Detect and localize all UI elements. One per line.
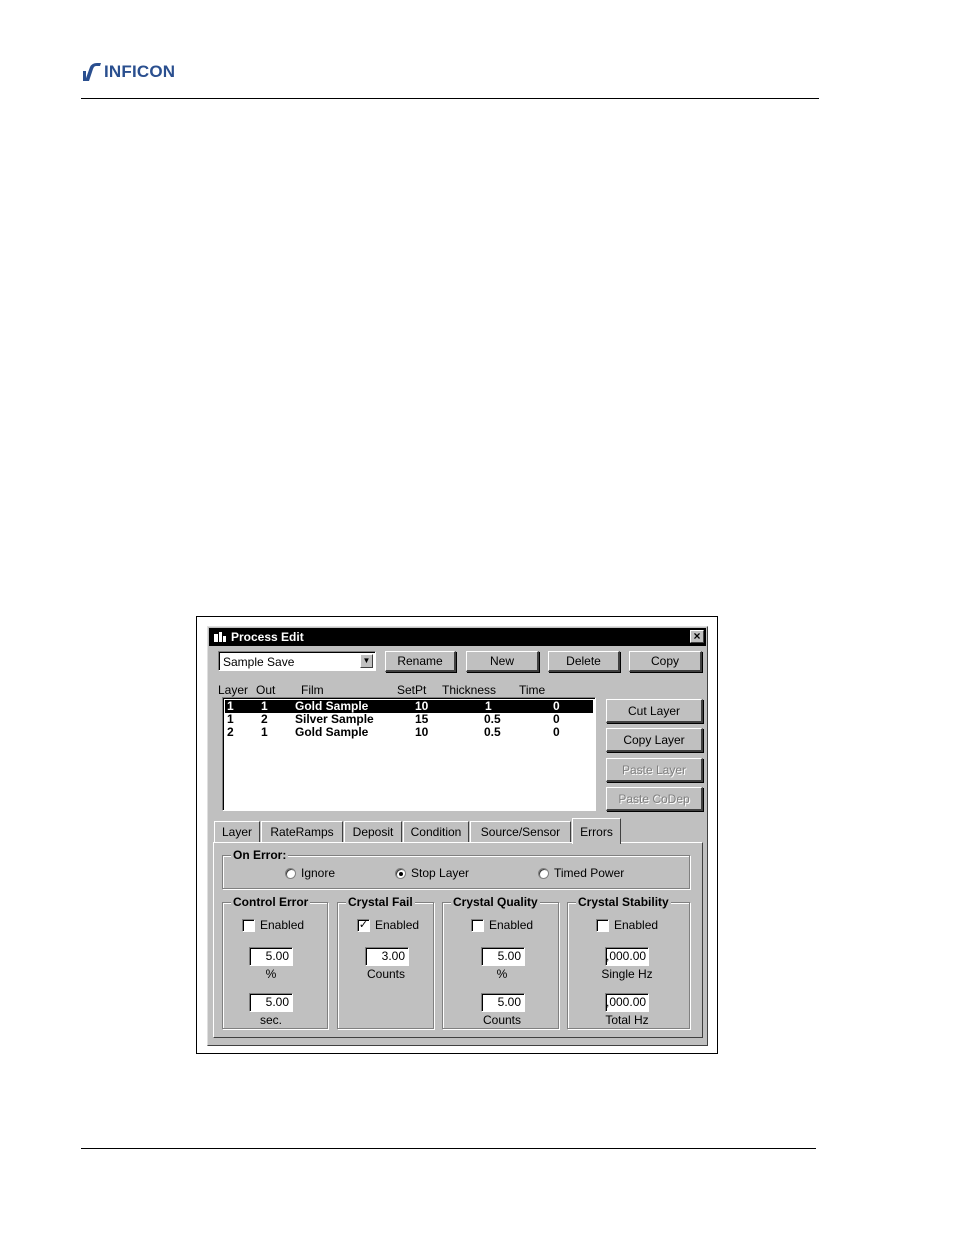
cell-film: Gold Sample [295,725,369,739]
crystal-quality-counts-input[interactable]: 5.00 [481,993,525,1012]
window-title: Process Edit [231,630,304,644]
radio-button-icon [285,867,296,879]
process-select-value: Sample Save [223,655,295,669]
column-header-thickness: Thickness [442,683,497,697]
tab-deposit[interactable]: Deposit [344,821,402,842]
radio-timed-power-label: Timed Power [554,866,625,880]
column-header-time: Time [519,683,546,697]
control-error-percent-unit: % [265,967,277,981]
checkbox-icon [596,918,609,932]
on-error-title: On Error: [231,848,289,862]
cell-time: 0 [553,725,560,739]
radio-ignore-label: Ignore [301,866,336,880]
radio-button-icon [538,867,549,879]
on-error-group: On Error: Ignore Stop Layer Timed Power [222,848,690,889]
radio-stop-layer[interactable]: Stop Layer [395,866,469,880]
crystal-quality-percent-unit: % [496,967,508,981]
delete-button[interactable]: Delete [548,651,620,672]
close-icon: × [693,629,701,643]
crystal-stability-enabled-label: Enabled [614,918,659,932]
dropdown-arrow-button[interactable]: ▼ [360,654,373,668]
copy-layer-button[interactable]: Copy Layer [606,728,703,752]
inficon-logo-icon [83,63,101,81]
errors-tab-panel: On Error: Ignore Stop Layer Timed Power … [213,842,703,1038]
chevron-down-icon: ▼ [362,656,371,665]
process-edit-window: Process Edit × Sample Save ▼ Rename New … [207,626,708,1046]
screenshot-frame: Process Edit × Sample Save ▼ Rename New … [196,616,718,1054]
process-select[interactable]: Sample Save ▼ [218,651,376,671]
crystal-fail-title: Crystal Fail [346,895,415,909]
column-header-layer: Layer [218,683,249,697]
column-header-film: Film [301,683,324,697]
footer-rule [81,1148,816,1149]
layer-list[interactable]: 1 1 Gold Sample 10 1 0 1 2 Silver Sample… [222,697,596,811]
cut-layer-button[interactable]: Cut Layer [606,699,703,723]
crystal-quality-group: Crystal Quality Enabled 5.00 % 5.00 Coun… [442,895,559,1029]
crystal-quality-percent-input[interactable]: 5.00 [481,947,525,966]
crystal-fail-enabled-label: Enabled [375,918,420,932]
column-header-setpt: SetPt [397,683,427,697]
app-icon [214,632,226,642]
title-bar[interactable]: Process Edit × [209,628,706,646]
column-header-out: Out [256,683,276,697]
radio-button-selected-icon [395,867,406,879]
tab-condition[interactable]: Condition [403,821,469,842]
crystal-stability-enabled-checkbox[interactable]: Enabled [596,918,658,932]
inficon-logo: INFICON [81,60,175,84]
crystal-fail-counts-input[interactable]: 3.00 [365,947,409,966]
tab-errors[interactable]: Errors [572,818,621,844]
close-button[interactable]: × [690,630,704,643]
tab-rateramps[interactable]: RateRamps [261,821,343,842]
checkbox-icon [242,918,255,932]
crystal-fail-counts-unit: Counts [366,967,406,981]
control-error-group: Control Error Enabled 5.00 % 5.00 sec. [222,895,328,1029]
control-error-seconds-unit: sec. [259,1013,282,1027]
crystal-quality-counts-unit: Counts [482,1013,522,1027]
check-icon: ✓ [357,918,370,932]
radio-stop-layer-label: Stop Layer [411,866,470,880]
header-rule [81,98,819,99]
table-row[interactable]: 2 1 Gold Sample 10 0.5 0 [225,726,593,739]
crystal-quality-enabled-checkbox[interactable]: Enabled [471,918,533,932]
paste-codep-button[interactable]: Paste CoDep [606,787,703,811]
control-error-percent-input[interactable]: 5.00 [249,947,293,966]
control-error-enabled-label: Enabled [260,918,305,932]
crystal-fail-group: Crystal Fail ✓ Enabled 3.00 Counts [337,895,434,1029]
cell-layer: 2 [227,725,234,739]
cell-setpt: 10 [415,725,429,739]
table-row[interactable]: 1 2 Silver Sample 15 0.5 0 [225,713,593,726]
cell-out: 1 [261,725,268,739]
control-error-title: Control Error [231,895,311,909]
control-error-enabled-checkbox[interactable]: Enabled [242,918,304,932]
crystal-stability-total-hz-input[interactable]: ,000.00 [605,993,649,1012]
copy-button[interactable]: Copy [629,651,702,672]
new-button[interactable]: New [466,651,539,672]
tab-layer[interactable]: Layer [214,821,260,842]
table-row[interactable]: 1 1 Gold Sample 10 1 0 [225,700,593,713]
control-error-seconds-input[interactable]: 5.00 [249,993,293,1012]
tab-source-sensor[interactable]: Source/Sensor [470,821,571,842]
crystal-stability-title: Crystal Stability [576,895,671,909]
crystal-quality-enabled-label: Enabled [489,918,534,932]
radio-ignore[interactable]: Ignore [285,866,335,880]
paste-layer-button[interactable]: Paste Layer [606,758,703,782]
inficon-logo-text: INFICON [104,62,176,81]
radio-timed-power[interactable]: Timed Power [538,866,624,880]
crystal-quality-title: Crystal Quality [451,895,540,909]
rename-button[interactable]: Rename [385,651,456,672]
crystal-stability-single-hz-input[interactable]: ,000.00 [605,947,649,966]
crystal-stability-single-hz-unit: Single Hz [601,967,653,981]
crystal-fail-enabled-checkbox[interactable]: ✓ Enabled [357,918,419,932]
cell-thickness: 0.5 [484,725,501,739]
crystal-stability-group: Crystal Stability Enabled ,000.00 Single… [567,895,690,1029]
checkbox-icon [471,918,484,932]
crystal-stability-total-hz-unit: Total Hz [605,1013,649,1027]
